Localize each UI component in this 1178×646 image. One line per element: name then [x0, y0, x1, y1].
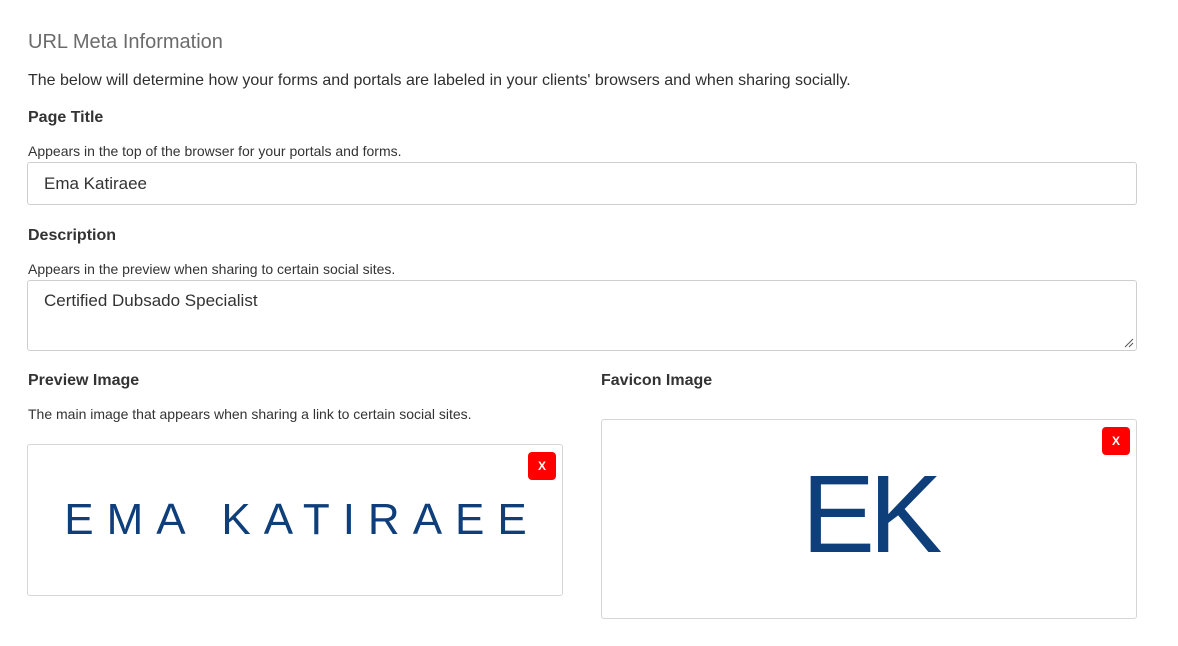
favicon-image-wordmark: EK — [801, 453, 943, 576]
preview-image-help: The main image that appears when sharing… — [28, 406, 472, 422]
page-title-help: Appears in the top of the browser for yo… — [28, 143, 402, 159]
preview-image-box[interactable]: EMA KATIRAEE X — [27, 444, 563, 596]
resize-handle-icon[interactable] — [1123, 337, 1134, 348]
favicon-image-label: Favicon Image — [601, 372, 713, 389]
section-intro: The below will determine how your forms … — [28, 72, 851, 89]
remove-favicon-image-button[interactable]: X — [1102, 427, 1130, 455]
remove-preview-image-button[interactable]: X — [528, 452, 556, 480]
page-title-label: Page Title — [28, 109, 104, 126]
favicon-image-box[interactable]: EK X — [601, 419, 1137, 619]
page-title-input[interactable] — [27, 162, 1137, 205]
description-help: Appears in the preview when sharing to c… — [28, 261, 396, 277]
preview-image-label: Preview Image — [28, 372, 140, 389]
preview-image-wordmark: EMA KATIRAEE — [64, 495, 540, 544]
description-textarea[interactable]: Certified Dubsado Specialist — [27, 280, 1137, 351]
section-title: URL Meta Information — [28, 31, 223, 53]
description-label: Description — [28, 227, 117, 244]
